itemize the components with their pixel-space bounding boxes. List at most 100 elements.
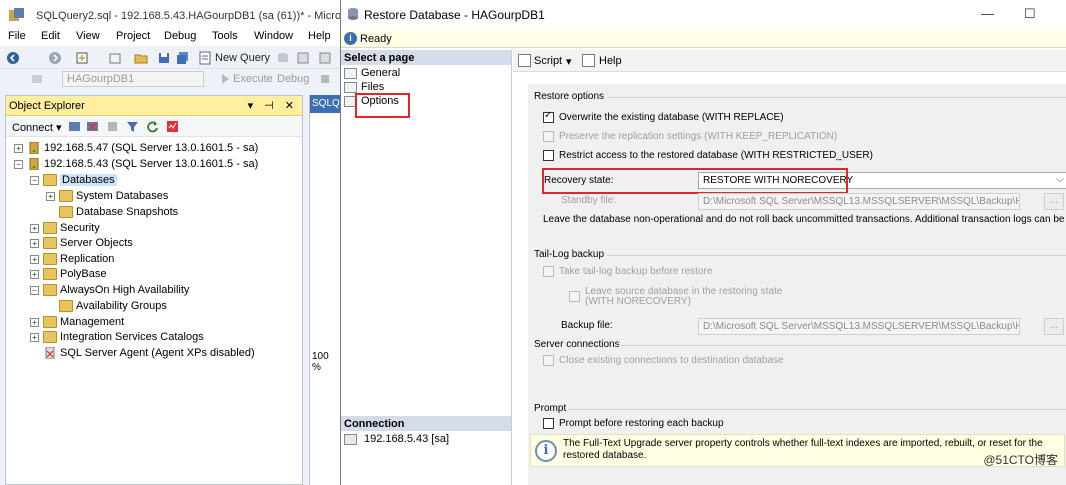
- ssms-window-title: SQLQuery2.sql - 192.168.5.43.HAGourpDB1 …: [36, 10, 370, 22]
- maximize-icon[interactable]: ☐: [1024, 6, 1036, 22]
- panel-window-controls[interactable]: ▾ ⊣ ✕: [248, 99, 298, 112]
- open-file-icon[interactable]: [134, 51, 148, 65]
- menu-file[interactable]: File: [8, 30, 26, 42]
- tree-node-label: Databases: [60, 174, 117, 186]
- tail-log-title: Tail-Log backup: [534, 249, 605, 260]
- menu-view[interactable]: View: [76, 30, 100, 42]
- prompt-before-checkbox[interactable]: [543, 418, 554, 429]
- execute-icon[interactable]: [218, 72, 232, 86]
- expand-toggle[interactable]: +: [30, 255, 39, 264]
- select-page-panel: Select a page General Files Options Conn…: [341, 50, 512, 485]
- minimize-icon[interactable]: —: [981, 6, 994, 21]
- analysis-query-icon[interactable]: [296, 51, 310, 65]
- expand-toggle[interactable]: +: [14, 144, 23, 153]
- restrict-access-label: Restrict access to the restored database…: [559, 150, 873, 161]
- dialog-toolbar: Script ▾ Help: [513, 50, 1066, 72]
- expand-toggle[interactable]: +: [30, 318, 39, 327]
- database-engine-query-icon[interactable]: [276, 51, 290, 65]
- leave-source-checkbox[interactable]: [569, 291, 580, 302]
- server-connections-title: Server connections: [534, 339, 620, 350]
- query-tab[interactable]: SQLQ: [310, 95, 341, 113]
- filter-icon[interactable]: [126, 120, 139, 133]
- backup-file-browse-button[interactable]: ...: [1044, 318, 1064, 335]
- connect-button[interactable]: Connect ▾: [12, 121, 62, 134]
- standby-file-input[interactable]: D:\Microsoft SQL Server\MSSQL13.MSSQLSER…: [698, 193, 1020, 210]
- help-button[interactable]: Help: [599, 55, 622, 67]
- collapse-toggle[interactable]: −: [14, 160, 23, 169]
- tree-node-label: Availability Groups: [76, 300, 167, 312]
- save-icon[interactable]: [157, 51, 171, 65]
- expand-toggle[interactable]: +: [30, 333, 39, 342]
- menu-tools[interactable]: Tools: [212, 30, 238, 42]
- select-page-header: Select a page: [341, 50, 511, 65]
- connection-label: 192.168.5.43 [sa]: [364, 433, 450, 445]
- menu-edit[interactable]: Edit: [41, 30, 60, 42]
- server-icon: [29, 142, 39, 154]
- connect-icon[interactable]: [30, 72, 44, 86]
- collapse-toggle[interactable]: −: [30, 286, 39, 295]
- ssms-sql-editor-toolbar: HAGourpDB1 Execute Debug: [0, 69, 340, 90]
- script-dropdown-arrow[interactable]: ▾: [566, 55, 572, 68]
- dialog-status-bar: i Ready: [341, 30, 1066, 48]
- section-divider: [568, 409, 1066, 410]
- section-divider: [607, 255, 1066, 256]
- script-button[interactable]: Script: [534, 55, 562, 67]
- backup-file-label: Backup file:: [561, 320, 613, 331]
- overwrite-checkbox[interactable]: [543, 110, 554, 123]
- expand-toggle[interactable]: +: [30, 224, 39, 233]
- tree-node-label: Security: [60, 222, 100, 234]
- menu-window[interactable]: Window: [254, 30, 293, 42]
- available-databases-combo[interactable]: HAGourpDB1: [62, 71, 204, 87]
- activity-monitor-icon[interactable]: [166, 120, 179, 133]
- menu-debug[interactable]: Debug: [164, 30, 196, 42]
- ssms-title-bar: SQLQuery2.sql - 192.168.5.43.HAGourpDB1 …: [0, 0, 369, 30]
- folder-icon: [43, 237, 57, 249]
- tree-node-label: Management: [60, 316, 125, 328]
- dialog-title: Restore Database - HAGourpDB1: [364, 8, 545, 22]
- stop-icon[interactable]: [107, 121, 118, 132]
- close-connections-checkbox[interactable]: [543, 355, 554, 366]
- tree-node-label: Server Objects: [60, 237, 133, 249]
- add-item-icon[interactable]: [108, 51, 122, 65]
- backup-file-input[interactable]: D:\Microsoft SQL Server\MSSQL13.MSSQLSER…: [698, 318, 1020, 335]
- debug-button[interactable]: Debug: [277, 73, 309, 85]
- menu-help[interactable]: Help: [308, 30, 331, 42]
- menu-project[interactable]: Project: [116, 30, 150, 42]
- expand-toggle[interactable]: +: [30, 239, 39, 248]
- dialog-title-bar: Restore Database - HAGourpDB1 — ☐: [341, 0, 1066, 30]
- folder-icon: [43, 316, 57, 328]
- tree-node-databases[interactable]: − Databases: [30, 173, 120, 188]
- ssms-standard-toolbar: New Query: [0, 47, 340, 69]
- collapse-toggle[interactable]: −: [30, 176, 39, 185]
- folder-icon: [43, 253, 57, 265]
- new-project-icon[interactable]: [75, 51, 89, 65]
- disconnect-icon[interactable]: [86, 120, 99, 133]
- zoom-level[interactable]: 100 %: [312, 351, 340, 373]
- leave-source-label-2: (WITH NORECOVERY): [585, 296, 691, 307]
- available-databases-value: HAGourpDB1: [67, 73, 135, 85]
- recovery-state-description: Leave the database non-operational and d…: [543, 214, 1066, 225]
- save-all-icon[interactable]: [176, 51, 190, 65]
- restrict-access-checkbox[interactable]: [543, 150, 554, 161]
- ssms-app-icon: [9, 8, 24, 21]
- expand-toggle[interactable]: +: [30, 270, 39, 279]
- stop-icon[interactable]: [318, 72, 332, 86]
- refresh-icon[interactable]: [146, 120, 159, 133]
- new-query-button[interactable]: New Query: [215, 52, 270, 64]
- connection-header: Connection: [341, 416, 511, 431]
- take-tail-log-checkbox[interactable]: [543, 266, 554, 277]
- new-query-icon[interactable]: [198, 51, 212, 65]
- expand-toggle[interactable]: +: [46, 192, 55, 201]
- options-highlight-box: [355, 93, 410, 118]
- forward-icon[interactable]: [48, 51, 62, 65]
- folder-icon: [43, 284, 57, 296]
- ssms-window: SQLQuery2.sql - 192.168.5.43.HAGourpDB1 …: [0, 0, 369, 485]
- object-explorer-toolbar: Connect ▾: [6, 117, 302, 137]
- standby-file-browse-button[interactable]: ...: [1044, 193, 1064, 210]
- information-icon: i: [535, 440, 557, 462]
- dmx-query-icon[interactable]: [318, 51, 332, 65]
- back-icon[interactable]: [6, 51, 20, 65]
- preserve-replication-checkbox[interactable]: [543, 131, 554, 142]
- execute-button[interactable]: Execute: [233, 73, 273, 85]
- connect-server-icon[interactable]: [68, 120, 81, 133]
